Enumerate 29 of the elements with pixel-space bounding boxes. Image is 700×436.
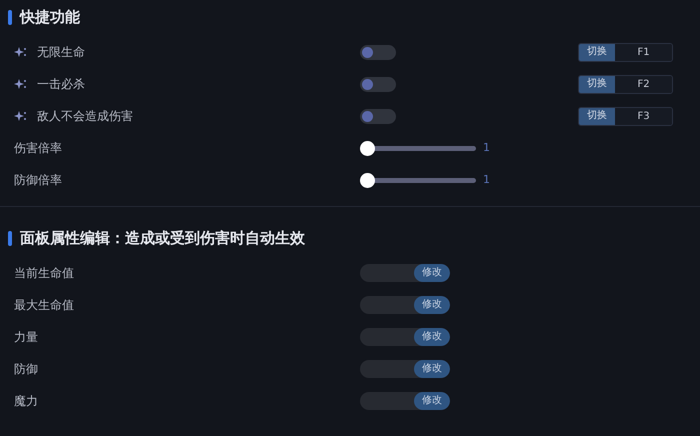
section-title: 快捷功能 [20, 6, 80, 28]
accent-bar [8, 230, 12, 246]
slider-value: 1 [483, 172, 490, 188]
row-label: 魔力 [14, 393, 38, 410]
sparkle-icon [14, 46, 27, 58]
accent-bar [8, 10, 12, 24]
sparkle-icon [14, 78, 27, 90]
toggle-switch[interactable] [360, 76, 396, 92]
row-label: 无限生命 [37, 44, 85, 61]
row-label: 伤害倍率 [14, 140, 62, 157]
row-label: 敌人不会造成伤害 [37, 108, 133, 125]
sparkle-icon [14, 110, 27, 122]
row-label: 防御 [14, 361, 38, 378]
toggle-switch[interactable] [360, 108, 396, 124]
row-label: 防御倍率 [14, 172, 62, 189]
row-label: 最大生命值 [14, 297, 74, 314]
modify-button[interactable]: 修改 [414, 328, 450, 346]
row-label: 当前生命值 [14, 265, 74, 282]
row-label: 一击必杀 [37, 76, 85, 93]
slider[interactable] [360, 172, 476, 188]
toggle-switch[interactable] [360, 44, 396, 60]
modify-button[interactable]: 修改 [414, 360, 450, 378]
row-label: 力量 [14, 329, 38, 346]
modify-button[interactable]: 修改 [414, 392, 450, 410]
slider-value: 1 [483, 140, 490, 156]
slider[interactable] [360, 140, 476, 156]
section-title: 面板属性编辑：造成或受到伤害时自动生效 [20, 228, 305, 249]
modify-button[interactable]: 修改 [414, 296, 450, 314]
modify-button[interactable]: 修改 [414, 264, 450, 282]
